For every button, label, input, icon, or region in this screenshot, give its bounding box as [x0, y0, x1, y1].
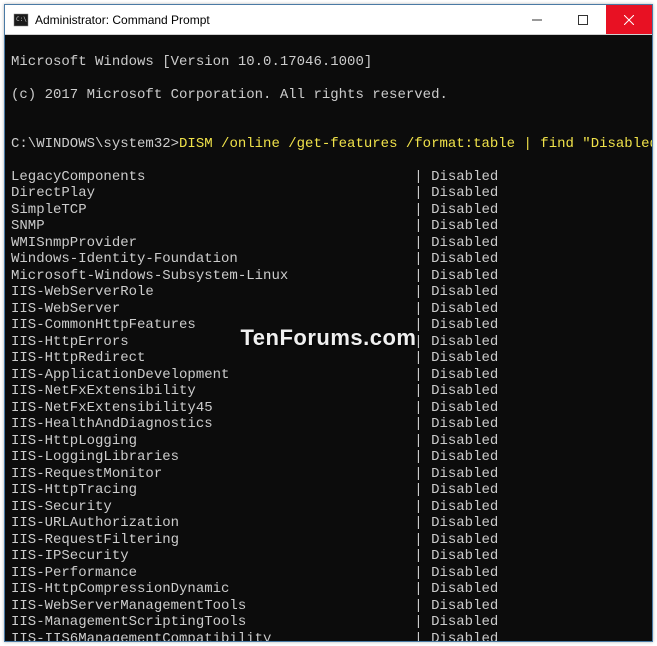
version-line: Microsoft Windows [Version 10.0.17046.10…: [11, 54, 646, 71]
table-row: IIS-HttpRedirect | Disabled: [11, 350, 646, 367]
table-row: IIS-WebServer | Disabled: [11, 301, 646, 318]
table-row: IIS-WebServerManagementTools | Disabled: [11, 598, 646, 615]
minimize-button[interactable]: [514, 5, 560, 34]
table-row: IIS-NetFxExtensibility | Disabled: [11, 383, 646, 400]
console-area[interactable]: Microsoft Windows [Version 10.0.17046.10…: [5, 35, 652, 641]
table-row: IIS-HttpTracing | Disabled: [11, 482, 646, 499]
prompt-line: C:\WINDOWS\system32>DISM /online /get-fe…: [11, 136, 646, 153]
cmd-icon: C:\: [13, 12, 29, 28]
table-row: SNMP | Disabled: [11, 218, 646, 235]
table-row: Windows-Identity-Foundation | Disabled: [11, 251, 646, 268]
table-row: IIS-ApplicationDevelopment | Disabled: [11, 367, 646, 384]
table-row: DirectPlay | Disabled: [11, 185, 646, 202]
table-row: IIS-HttpLogging | Disabled: [11, 433, 646, 450]
copyright-line: (c) 2017 Microsoft Corporation. All righ…: [11, 87, 646, 104]
titlebar[interactable]: C:\ Administrator: Command Prompt: [5, 5, 652, 35]
svg-text:C:\: C:\: [16, 16, 27, 23]
table-row: IIS-HttpCompressionDynamic | Disabled: [11, 581, 646, 598]
table-row: IIS-RequestFiltering | Disabled: [11, 532, 646, 549]
table-row: IIS-Security | Disabled: [11, 499, 646, 516]
table-row: WMISnmpProvider | Disabled: [11, 235, 646, 252]
maximize-icon: [578, 15, 588, 25]
table-row: Microsoft-Windows-Subsystem-Linux | Disa…: [11, 268, 646, 285]
minimize-icon: [532, 15, 542, 25]
table-row: IIS-URLAuthorization | Disabled: [11, 515, 646, 532]
table-row: IIS-LoggingLibraries | Disabled: [11, 449, 646, 466]
table-row: SimpleTCP | Disabled: [11, 202, 646, 219]
close-icon: [624, 15, 634, 25]
table-row: IIS-HealthAndDiagnostics | Disabled: [11, 416, 646, 433]
window-title: Administrator: Command Prompt: [35, 13, 514, 27]
command-prompt-window: C:\ Administrator: Command Prompt: [4, 4, 653, 642]
window-controls: [514, 5, 652, 34]
table-row: IIS-CommonHttpFeatures | Disabled: [11, 317, 646, 334]
maximize-button[interactable]: [560, 5, 606, 34]
close-button[interactable]: [606, 5, 652, 34]
table-row: IIS-IPSecurity | Disabled: [11, 548, 646, 565]
table-row: IIS-ManagementScriptingTools | Disabled: [11, 614, 646, 631]
table-row: IIS-RequestMonitor | Disabled: [11, 466, 646, 483]
table-row: IIS-NetFxExtensibility45 | Disabled: [11, 400, 646, 417]
prompt-command: DISM /online /get-features /format:table…: [179, 136, 652, 152]
table-row: IIS-Performance | Disabled: [11, 565, 646, 582]
prompt-path: C:\WINDOWS\system32>: [11, 136, 179, 152]
table-row: IIS-IIS6ManagementCompatibility | Disabl…: [11, 631, 646, 642]
table-row: LegacyComponents | Disabled: [11, 169, 646, 186]
feature-table: LegacyComponents | DisabledDirectPlay | …: [11, 169, 646, 642]
table-row: IIS-HttpErrors | Disabled: [11, 334, 646, 351]
table-row: IIS-WebServerRole | Disabled: [11, 284, 646, 301]
